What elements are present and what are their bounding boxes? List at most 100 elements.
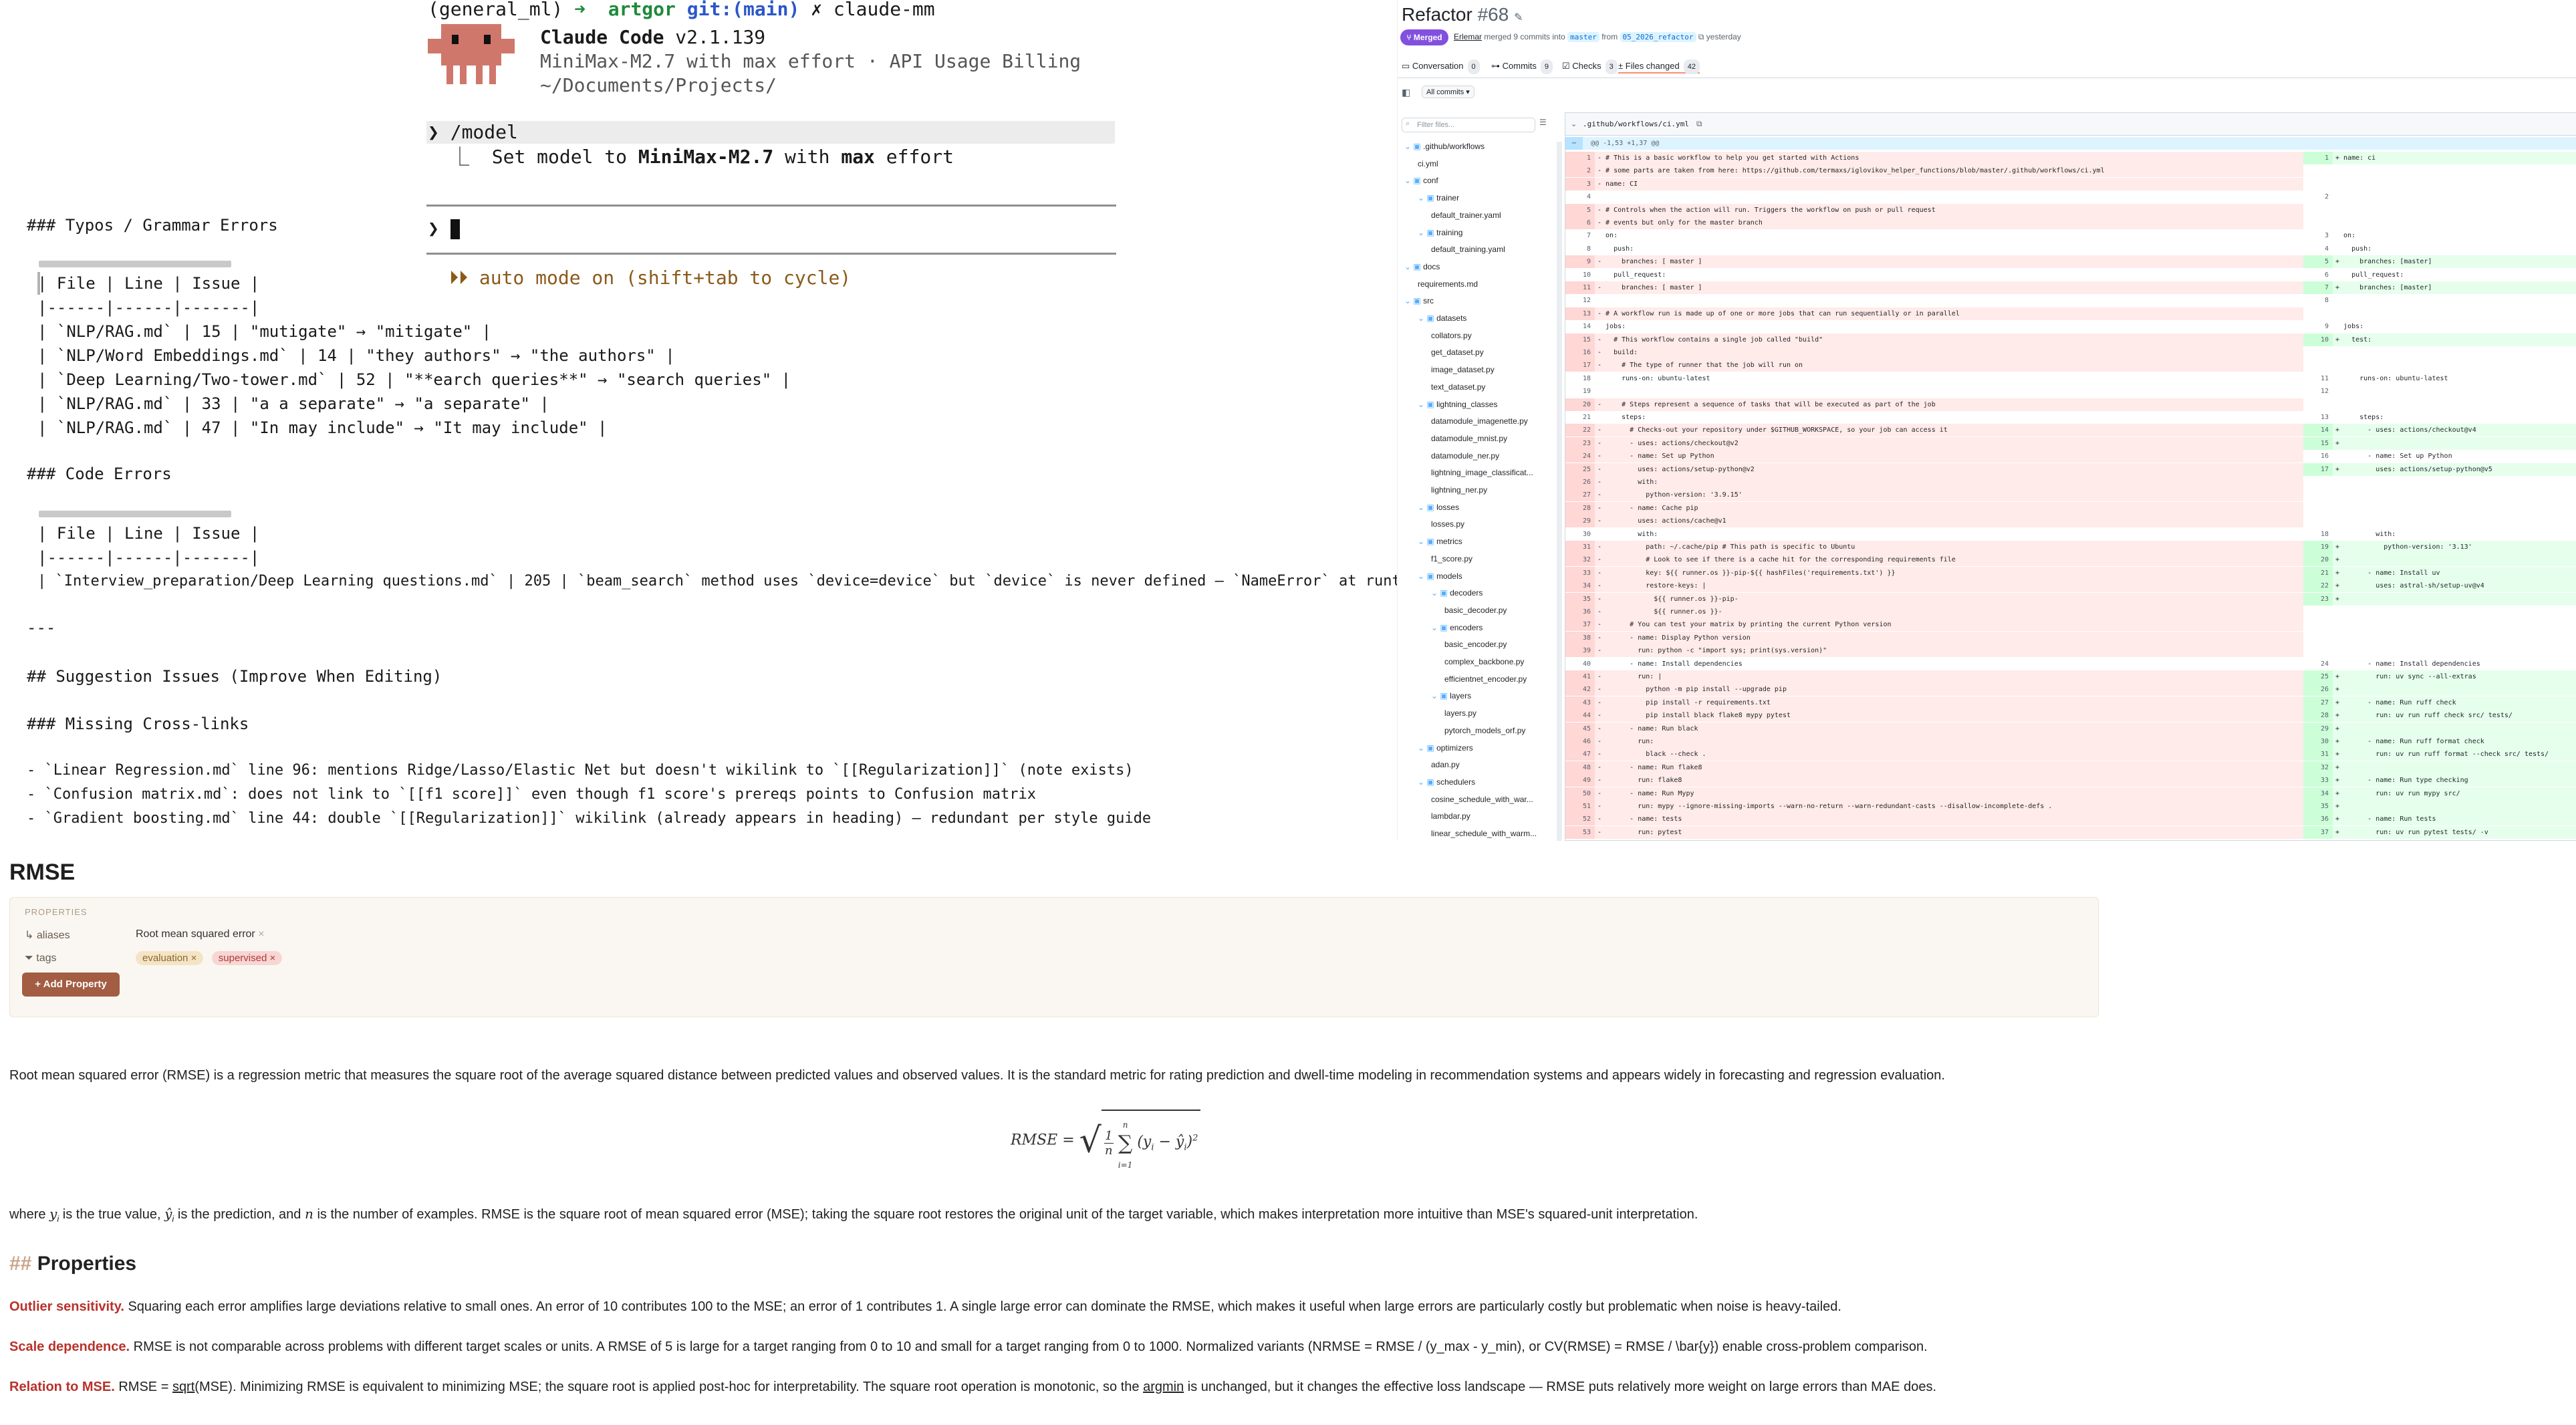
- tree-folder[interactable]: ⌄ ▣ layers: [1431, 691, 1471, 700]
- tree-file[interactable]: default_trainer.yaml: [1431, 211, 1501, 220]
- diff-line-number[interactable]: 27: [2303, 696, 2333, 709]
- diff-line-number[interactable]: 12: [1565, 294, 1595, 307]
- tree-folder[interactable]: ⌄ ▣ encoders: [1431, 623, 1483, 632]
- diff-line-number[interactable]: 9: [1565, 255, 1595, 269]
- tree-file[interactable]: pytorch_models_orf.py: [1444, 726, 1525, 735]
- diff-line-number[interactable]: 3: [2303, 229, 2333, 242]
- diff-line-number[interactable]: 21: [2303, 566, 2333, 579]
- diff-line-number[interactable]: 30: [1565, 528, 1595, 541]
- diff-line-number[interactable]: 11: [1565, 281, 1595, 294]
- diff-line-number[interactable]: 35: [2303, 800, 2333, 813]
- diff-line-number[interactable]: 20: [2303, 553, 2333, 567]
- diff-line-number[interactable]: 7: [2303, 281, 2333, 294]
- diff-line-number[interactable]: 33: [2303, 774, 2333, 787]
- diff-line-number[interactable]: 46: [1565, 735, 1595, 748]
- diff-line-number[interactable]: 24: [2303, 658, 2333, 670]
- diff-line-number[interactable]: 52: [1565, 813, 1595, 826]
- diff-line-number[interactable]: 49: [1565, 774, 1595, 787]
- diff-line-number[interactable]: 29: [2303, 722, 2333, 735]
- diff-line-number[interactable]: 15: [1565, 333, 1595, 346]
- diff-line-number[interactable]: 33: [1565, 566, 1595, 579]
- tab-files-changed[interactable]: ± Files changed 42: [1618, 59, 1700, 74]
- diff-line-number[interactable]: 10: [2303, 333, 2333, 346]
- note-title[interactable]: RMSE: [9, 860, 75, 886]
- diff-file-path[interactable]: .github/workflows/ci.yml: [1583, 120, 1689, 128]
- filter-icon[interactable]: ☰: [1539, 118, 1547, 127]
- diff-line-number[interactable]: 39: [1565, 644, 1595, 658]
- diff-line-number[interactable]: 41: [1565, 670, 1595, 683]
- diff-line-number[interactable]: 10: [1565, 269, 1595, 281]
- tree-file[interactable]: datamodule_ner.py: [1431, 451, 1499, 461]
- diff-line-number[interactable]: 27: [1565, 489, 1595, 502]
- mode-indicator[interactable]: ⏵⏵ auto mode on (shift+tab to cycle): [449, 266, 851, 290]
- diff-line-number[interactable]: 3: [1565, 177, 1595, 190]
- tree-folder[interactable]: ⌄ ▣ datasets: [1418, 313, 1466, 323]
- tab-conversation[interactable]: ▭ Conversation 0: [1402, 59, 1480, 74]
- tree-folder[interactable]: ⌄ ▣ .github/workflows: [1404, 142, 1485, 151]
- tree-folder[interactable]: ⌄ ▣ src: [1404, 296, 1434, 305]
- diff-line-number[interactable]: 26: [2303, 683, 2333, 696]
- diff-line-number[interactable]: 17: [2303, 463, 2333, 476]
- diff-line-number[interactable]: 28: [1565, 501, 1595, 515]
- tree-file[interactable]: complex_backbone.py: [1444, 657, 1524, 666]
- diff-line-number[interactable]: 19: [1565, 385, 1595, 398]
- diff-line-number[interactable]: 7: [1565, 229, 1595, 242]
- diff-line-number[interactable]: 16: [1565, 346, 1595, 359]
- aliases-value[interactable]: Root mean squared error ×: [136, 928, 265, 940]
- tree-file[interactable]: default_training.yaml: [1431, 245, 1505, 254]
- diff-line-number[interactable]: 15: [2303, 436, 2333, 450]
- diff-line-number[interactable]: 16: [2303, 450, 2333, 463]
- filter-files-input[interactable]: Filter files...: [1402, 118, 1535, 132]
- tree-file[interactable]: cosine_schedule_with_war...: [1431, 795, 1533, 804]
- author-link[interactable]: Erlemar: [1454, 32, 1482, 41]
- diff-line-number[interactable]: 22: [2303, 579, 2333, 593]
- diff-line-number[interactable]: 29: [1565, 515, 1595, 528]
- diff-line-number[interactable]: 12: [2303, 385, 2333, 398]
- diff-line-number[interactable]: 23: [1565, 436, 1595, 450]
- tree-file[interactable]: collators.py: [1431, 331, 1472, 340]
- tree-folder[interactable]: ⌄ ▣ losses: [1418, 503, 1459, 512]
- diff-line-number[interactable]: 48: [1565, 761, 1595, 774]
- diff-line-number[interactable]: 44: [1565, 709, 1595, 723]
- diff-line-number[interactable]: 31: [1565, 541, 1595, 553]
- tab-commits[interactable]: ⊶ Commits 9: [1491, 59, 1553, 74]
- tree-file[interactable]: f1_score.py: [1431, 554, 1472, 563]
- tree-file[interactable]: basic_encoder.py: [1444, 640, 1507, 649]
- tree-file[interactable]: lambdar.py: [1431, 811, 1470, 821]
- tree-folder[interactable]: ⌄ ▣ schedulers: [1418, 777, 1475, 787]
- diff-line-number[interactable]: 21: [1565, 411, 1595, 424]
- diff-line-number[interactable]: 5: [2303, 255, 2333, 269]
- diff-line-number[interactable]: 17: [1565, 359, 1595, 372]
- input-box[interactable]: ❯: [428, 217, 460, 241]
- diff-line-number[interactable]: 13: [1565, 307, 1595, 320]
- add-property-button[interactable]: + Add Property: [22, 973, 120, 997]
- collapse-chevron-icon[interactable]: ⌄: [1571, 120, 1577, 128]
- tree-folder[interactable]: ⌄ ▣ training: [1418, 228, 1462, 237]
- diff-line-number[interactable]: 14: [1565, 320, 1595, 333]
- diff-line-number[interactable]: 37: [1565, 618, 1595, 632]
- remove-alias-icon[interactable]: ×: [258, 928, 264, 940]
- tree-folder[interactable]: ⌄ ▣ models: [1418, 571, 1462, 581]
- all-commits-dropdown[interactable]: All commits ▾: [1422, 86, 1474, 98]
- diff-line-number[interactable]: 34: [1565, 579, 1595, 593]
- base-branch[interactable]: master: [1567, 32, 1599, 42]
- tree-file[interactable]: layers.py: [1444, 708, 1476, 718]
- diff-line-number[interactable]: 40: [1565, 658, 1595, 670]
- diff-line-number[interactable]: 19: [2303, 541, 2333, 553]
- tree-folder[interactable]: ⌄ ▣ optimizers: [1418, 743, 1473, 753]
- diff-line-number[interactable]: 25: [2303, 670, 2333, 683]
- tree-file[interactable]: ci.yml: [1418, 159, 1438, 168]
- tree-folder[interactable]: ⌄ ▣ trainer: [1418, 193, 1459, 203]
- diff-line-number[interactable]: 11: [2303, 372, 2333, 385]
- tree-file[interactable]: basic_decoder.py: [1444, 606, 1507, 615]
- diff-line-number[interactable]: 24: [1565, 450, 1595, 463]
- tree-folder[interactable]: ⌄ ▣ lightning_classes: [1418, 400, 1497, 409]
- diff-line-number[interactable]: 45: [1565, 722, 1595, 735]
- tree-file[interactable]: image_dataset.py: [1431, 365, 1495, 374]
- diff-line-number[interactable]: 6: [1565, 217, 1595, 229]
- tree-file[interactable]: datamodule_mnist.py: [1431, 434, 1507, 443]
- expand-icon[interactable]: ⋯: [1565, 137, 1583, 150]
- diff-line-number[interactable]: 36: [2303, 813, 2333, 826]
- diff-line-number[interactable]: 22: [1565, 424, 1595, 437]
- tree-file[interactable]: get_dataset.py: [1431, 348, 1484, 357]
